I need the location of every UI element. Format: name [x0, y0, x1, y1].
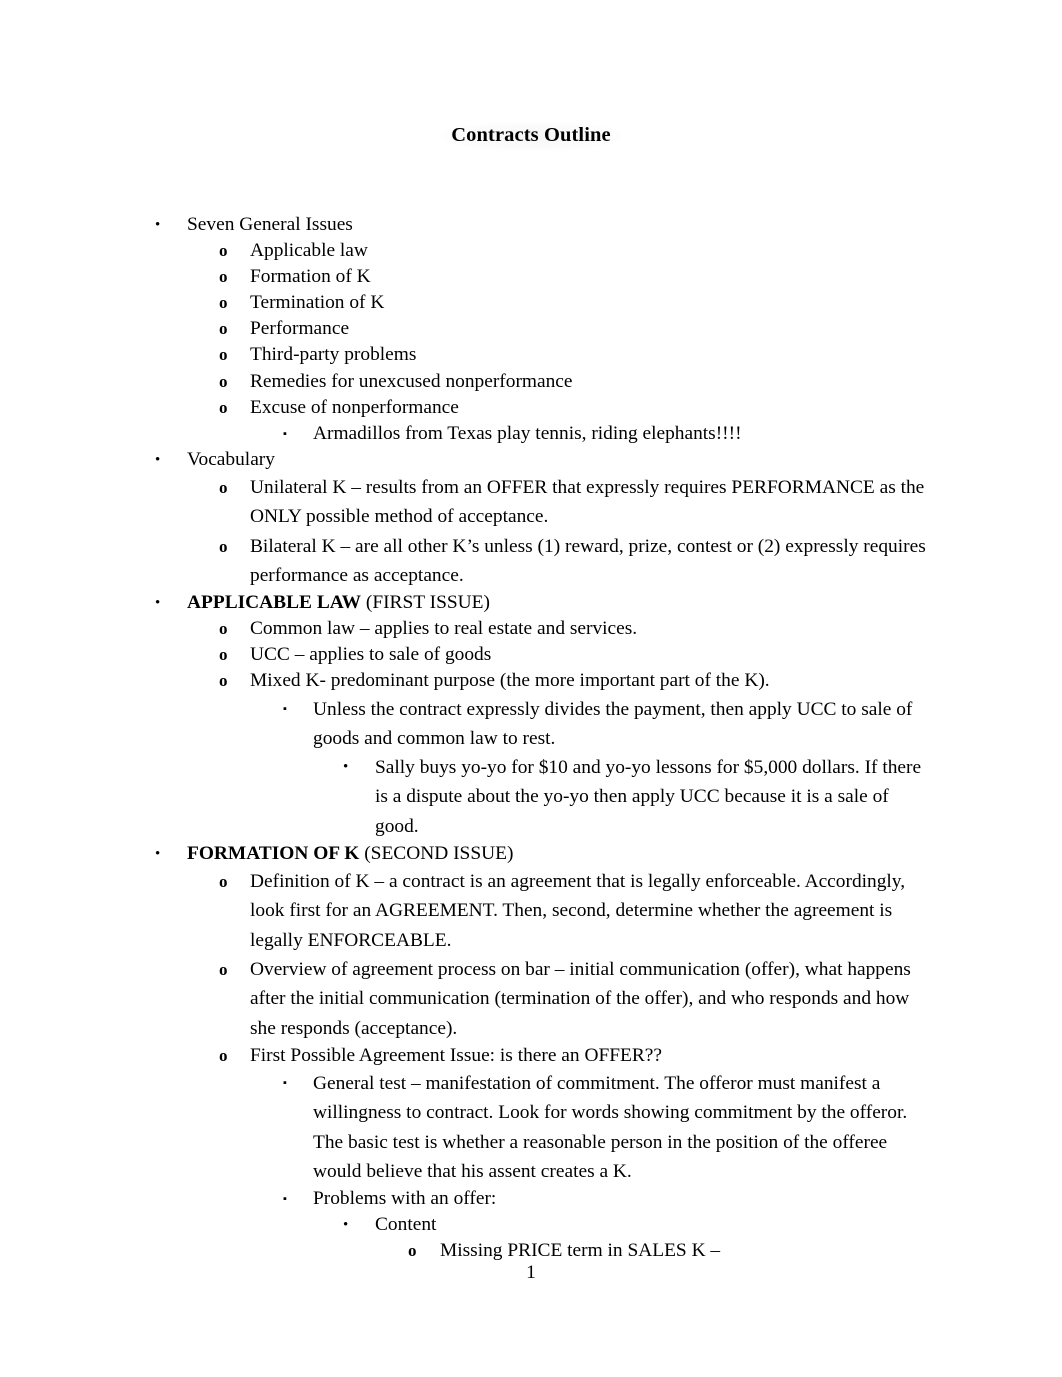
outline-item-text: Seven General Issues — [187, 214, 353, 235]
outline-item-text: Problems with an offer: — [313, 1188, 497, 1210]
list-marker-icon: o — [219, 671, 228, 691]
outline-item: o Performance — [0, 316, 1062, 342]
outline-item: o Common law – applies to real estate and… — [0, 616, 1062, 642]
list-marker-icon: ▪ — [283, 427, 287, 440]
outline-item: o Bilateral K – are all other K’s unless … — [0, 532, 1062, 591]
outline-item: o Third-party problems — [0, 342, 1062, 368]
list-marker-icon: • — [155, 595, 161, 612]
list-marker-icon: o — [219, 345, 228, 365]
outline-list: • Seven General Issues o Applicable law o For… — [0, 212, 1062, 1264]
outline-item: o Remedies for unexcused nonperformance — [0, 369, 1062, 395]
list-marker-icon: o — [219, 293, 228, 313]
outline-item: ▪ Unless the contract expressly divides t… — [0, 695, 1062, 754]
outline-item: • APPLICABLE LAW (FIRST ISSUE) — [0, 590, 1062, 616]
outline-item: • Content — [0, 1212, 1062, 1238]
outline-item-heading: APPLICABLE LAW — [187, 592, 362, 614]
outline-item: ▪ General test – manifestation of commitm… — [0, 1069, 1062, 1186]
list-marker-icon: o — [408, 1241, 417, 1261]
outline-item-text: Formation of K — [250, 266, 371, 288]
outline-item: • Sally buys yo-yo for $10 and yo-yo less… — [0, 753, 1062, 841]
list-marker-icon: o — [219, 319, 228, 339]
list-marker-icon: • — [343, 1217, 349, 1234]
list-marker-icon: o — [219, 371, 228, 391]
outline-item: ▪ Armadillos from Texas play tennis, ridi… — [0, 421, 1062, 447]
outline-item-text: Content — [375, 1214, 437, 1236]
outline-item-text-rest: (FIRST ISSUE) — [361, 592, 490, 614]
outline-item-text: UCC – applies to sale of goods — [250, 644, 492, 666]
outline-item-text: Bilateral K – are all other K’s unless (… — [250, 535, 926, 586]
outline-item-text: Common law – applies to real estate and … — [250, 618, 638, 640]
outline-item-text: Unless the contract expressly divides th… — [313, 698, 913, 749]
outline-item: o Excuse of nonperformance — [0, 395, 1062, 421]
outline-item-text: Definition of K – a contract is an agree… — [250, 871, 906, 951]
list-marker-icon: ▪ — [283, 702, 287, 715]
outline-item-text-rest: (SECOND ISSUE) — [359, 842, 514, 864]
outline-item-text: Armadillos from Texas play tennis, ridin… — [313, 422, 742, 444]
list-marker-icon: o — [219, 397, 228, 417]
outline-item: ▪ Problems with an offer: — [0, 1186, 1062, 1212]
list-marker-icon: o — [219, 267, 228, 287]
outline-item-text: FORMATION OF K (SECOND ISSUE) — [187, 841, 936, 867]
list-marker-icon: o — [219, 536, 228, 556]
list-marker-icon: • — [155, 845, 161, 862]
list-marker-icon: • — [155, 217, 161, 233]
outline-item-text: Unilateral K – results from an OFFER tha… — [250, 476, 925, 528]
outline-item: • Seven General Issues — [0, 212, 1062, 238]
outline-item: • FORMATION OF K (SECOND ISSUE) — [0, 841, 1062, 867]
outline-item: o Unilateral K – results from an OFFER th… — [0, 473, 1062, 532]
outline-item: o Definition of K – a contract is an agre… — [0, 867, 1062, 955]
outline-item-text: Mixed K- predominant purpose (the more i… — [250, 670, 770, 692]
outline-item: o Formation of K — [0, 264, 1062, 290]
list-marker-icon: ▪ — [283, 1193, 287, 1206]
outline-item-text: Remedies for unexcused nonperformance — [250, 370, 573, 392]
list-marker-icon: ▪ — [283, 1076, 287, 1089]
outline-item-text: Applicable law — [250, 240, 368, 262]
outline-item-text: Third-party problems — [250, 344, 417, 366]
page-title: Contracts Outline — [441, 122, 621, 151]
outline-item: o Applicable law — [0, 238, 1062, 264]
list-marker-icon: o — [219, 619, 228, 639]
outline-item-text: General test – manifestation of commitme… — [313, 1072, 908, 1182]
outline-item-text: Overview of agreement process on bar – i… — [250, 958, 911, 1039]
list-marker-icon: • — [343, 759, 349, 776]
outline-item: o Overview of agreement process on bar – … — [0, 955, 1062, 1043]
outline-item: o Missing PRICE term in SALES K – — [0, 1238, 1062, 1264]
outline-item: o First Possible Agreement Issue: is ther… — [0, 1043, 1062, 1069]
outline-item-text: Vocabulary — [187, 448, 275, 470]
document-title-container: Contracts Outline — [0, 122, 1062, 151]
outline-item-text: First Possible Agreement Issue: is there… — [250, 1044, 663, 1066]
list-marker-icon: o — [219, 959, 228, 979]
list-marker-icon: o — [219, 645, 228, 665]
outline-item: o Mixed K- predominant purpose (the more … — [0, 668, 1062, 694]
outline-item-text: Missing PRICE term in SALES K – — [440, 1240, 721, 1262]
outline-item-text: Performance — [250, 318, 350, 340]
outline-item: o Termination of K — [0, 290, 1062, 316]
outline-item-text: Termination of K — [250, 292, 385, 314]
list-marker-icon: o — [219, 477, 228, 497]
outline-item: • Vocabulary — [0, 447, 1062, 473]
list-marker-icon: o — [219, 241, 228, 261]
outline-item-text: APPLICABLE LAW (FIRST ISSUE) — [187, 590, 936, 616]
list-marker-icon: o — [219, 872, 228, 892]
list-marker-icon: • — [155, 451, 161, 468]
list-marker-icon: o — [219, 1045, 228, 1065]
outline-item-heading: FORMATION OF K — [187, 842, 360, 864]
page-number: 1 — [526, 1262, 536, 1283]
document-page: Contracts Outline • Seven General Issues o… — [0, 0, 1062, 1377]
outline-item-text: Sally buys yo-yo for $10 and yo-yo lesso… — [375, 757, 922, 837]
outline-item: o UCC – applies to sale of goods — [0, 642, 1062, 668]
outline-item-text: Excuse of nonperformance — [250, 396, 459, 418]
